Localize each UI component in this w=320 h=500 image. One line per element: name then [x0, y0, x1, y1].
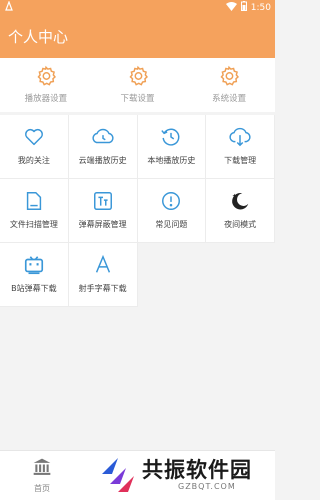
feature-grid: 我的关注 云端播放历史 本地播放历史 下载管理 文件扫描管理 弹幕屏蔽管理 常见…: [0, 115, 275, 307]
setting-label: 下载设置: [120, 94, 155, 104]
history-clock-icon: [160, 125, 182, 149]
watermark-text: 共振软件园: [142, 458, 252, 482]
nav-home-label: 首页: [34, 484, 50, 493]
text-block-icon: [92, 189, 114, 213]
local-history-button[interactable]: 本地播放历史: [137, 115, 207, 179]
grid-label: 本地播放历史: [147, 156, 196, 165]
settings-row: 播放器设置 下载设置 系统设置: [0, 58, 275, 112]
heart-icon: [23, 125, 45, 149]
grid-label: 夜间模式: [224, 220, 257, 229]
info-icon: [160, 189, 182, 213]
bank-icon: [32, 457, 52, 481]
my-follows-button[interactable]: 我的关注: [0, 115, 69, 179]
watermark-url: GZBQT.COM: [178, 482, 236, 491]
night-mode-button[interactable]: 夜间模式: [206, 179, 275, 243]
download-manager-button[interactable]: 下载管理: [206, 115, 275, 179]
watermark-logo-icon: [98, 454, 138, 498]
grid-label: B站弹幕下载: [11, 284, 57, 293]
grid-label: 射手字幕下载: [78, 284, 127, 293]
cloud-download-icon: [228, 125, 252, 149]
grid-label: 下载管理: [224, 156, 257, 165]
gear-icon: [127, 65, 149, 87]
gear-icon: [35, 65, 57, 87]
nav-home-tab[interactable]: 首页: [20, 457, 64, 494]
status-bar: 1:50: [0, 0, 275, 14]
moon-icon: [229, 189, 251, 213]
battery-icon: [240, 1, 247, 14]
bilibili-danmaku-download-button[interactable]: B站弹幕下载: [0, 243, 69, 307]
cloud-history-button[interactable]: 云端播放历史: [68, 115, 138, 179]
notification-icon: [5, 0, 13, 14]
app-header: 个人中心: [0, 14, 275, 58]
grid-label: 常见问题: [155, 220, 188, 229]
cloud-clock-icon: [91, 125, 115, 149]
player-settings-button[interactable]: 播放器设置: [0, 58, 92, 112]
letter-a-icon: [92, 253, 114, 277]
file-scan-button[interactable]: 文件扫描管理: [0, 179, 69, 243]
danmaku-block-button[interactable]: 弹幕屏蔽管理: [68, 179, 138, 243]
subtitle-download-button[interactable]: 射手字幕下载: [68, 243, 138, 307]
system-settings-button[interactable]: 系统设置: [183, 58, 275, 112]
file-icon: [23, 189, 45, 213]
tv-icon: [23, 253, 45, 277]
grid-label: 弹幕屏蔽管理: [78, 220, 127, 229]
grid-label: 文件扫描管理: [9, 220, 58, 229]
wifi-icon: [225, 1, 237, 14]
watermark: 共振软件园 GZBQT.COM: [98, 452, 268, 496]
status-time: 1:50: [250, 2, 271, 13]
page-title: 个人中心: [8, 28, 69, 46]
gear-icon: [218, 65, 240, 87]
grid-label: 我的关注: [17, 156, 50, 165]
download-settings-button[interactable]: 下载设置: [92, 58, 184, 112]
faq-button[interactable]: 常见问题: [137, 179, 207, 243]
grid-label: 云端播放历史: [78, 156, 127, 165]
setting-label: 系统设置: [212, 94, 247, 104]
setting-label: 播放器设置: [24, 94, 68, 104]
